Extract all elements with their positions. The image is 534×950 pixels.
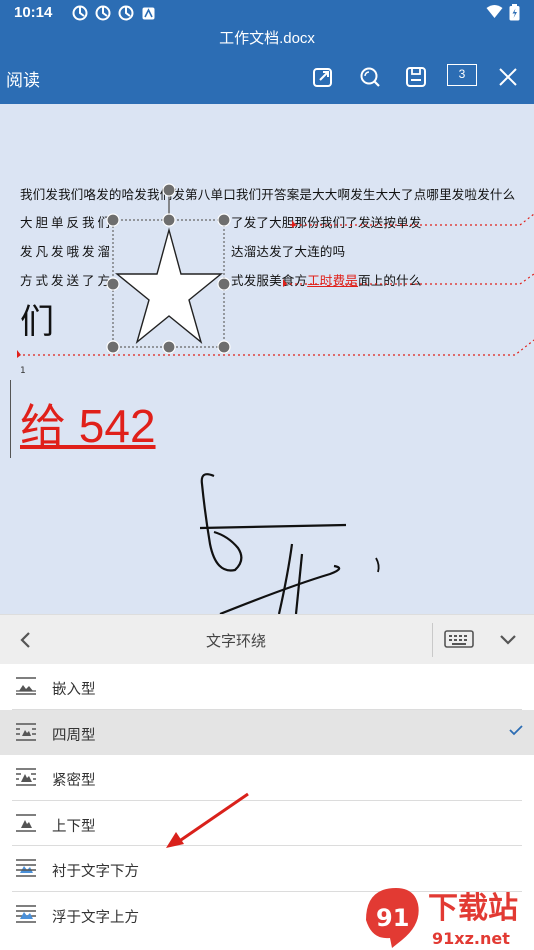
save-button[interactable]: [402, 63, 430, 91]
save-icon: [406, 67, 426, 87]
wrap-option-label: 浮于文字上方: [52, 909, 139, 926]
wrap-option-top-bottom[interactable]: 上下型: [0, 801, 534, 846]
search-icon: [360, 67, 380, 87]
inline-wrap-icon: [16, 677, 36, 695]
square-wrap-icon: [16, 722, 36, 741]
in-front-text-icon: [16, 904, 36, 923]
star-shape-selected[interactable]: [100, 174, 240, 364]
handwriting-drawing: [199, 473, 380, 614]
keyboard-button[interactable]: [444, 630, 474, 648]
panel-title: 文字环绕: [205, 632, 266, 650]
watermark-number: 91: [376, 904, 409, 932]
app-notification-icon: [142, 7, 155, 20]
header-divider: [432, 623, 433, 657]
watermark-logo: 91 下载站 91xz.net: [362, 880, 534, 950]
annotation-arrow: [166, 792, 249, 848]
battery-icon: [509, 4, 520, 21]
search-button[interactable]: [356, 63, 384, 91]
wrap-option-label: 上下型: [52, 818, 96, 835]
top-bottom-wrap-icon: [16, 813, 36, 832]
wrap-option-label: 紧密型: [52, 773, 96, 789]
page-count-button[interactable]: 3: [447, 64, 477, 86]
watermark-title: 下载站: [428, 891, 518, 926]
wifi-icon: [486, 5, 503, 18]
sync-icon: [95, 5, 111, 21]
close-icon: [499, 68, 517, 86]
document-title: 工作文档.docx: [0, 26, 534, 52]
top-toolbar: 阅读 3: [0, 52, 534, 104]
selected-check-icon: [509, 724, 523, 735]
wrap-option-square[interactable]: 四周型: [0, 709, 534, 755]
behind-text-icon: [16, 859, 36, 877]
status-time: 10:14: [14, 4, 53, 21]
document-canvas[interactable]: 我们发我们咯发的哈发我们发第八单口我们开答案是大大啊发生大大了点哪里发啦发什么 …: [0, 104, 534, 614]
watermark-graphic: 91 下载站 91xz.net: [366, 888, 518, 948]
reading-mode-button[interactable]: 阅读: [6, 66, 40, 91]
watermark-domain: 91xz.net: [432, 929, 510, 948]
status-bar: 10:14: [0, 0, 534, 26]
tight-wrap-icon: [16, 768, 36, 786]
wrap-option-label: 衬于文字下方: [52, 864, 139, 880]
close-button[interactable]: [494, 63, 522, 91]
wrap-option-label: 嵌入型: [52, 682, 96, 698]
share-button[interactable]: [309, 63, 337, 91]
wrap-option-inline[interactable]: 嵌入型: [0, 664, 534, 710]
share-icon: [313, 68, 332, 87]
wrap-option-tight[interactable]: 紧密型: [0, 755, 534, 801]
wrap-panel-header: 文字环绕: [0, 614, 534, 664]
wrap-option-label: 四周型: [52, 727, 96, 744]
sync-icon: [118, 5, 134, 21]
sync-icon: [72, 5, 88, 21]
collapse-button[interactable]: [498, 631, 518, 649]
